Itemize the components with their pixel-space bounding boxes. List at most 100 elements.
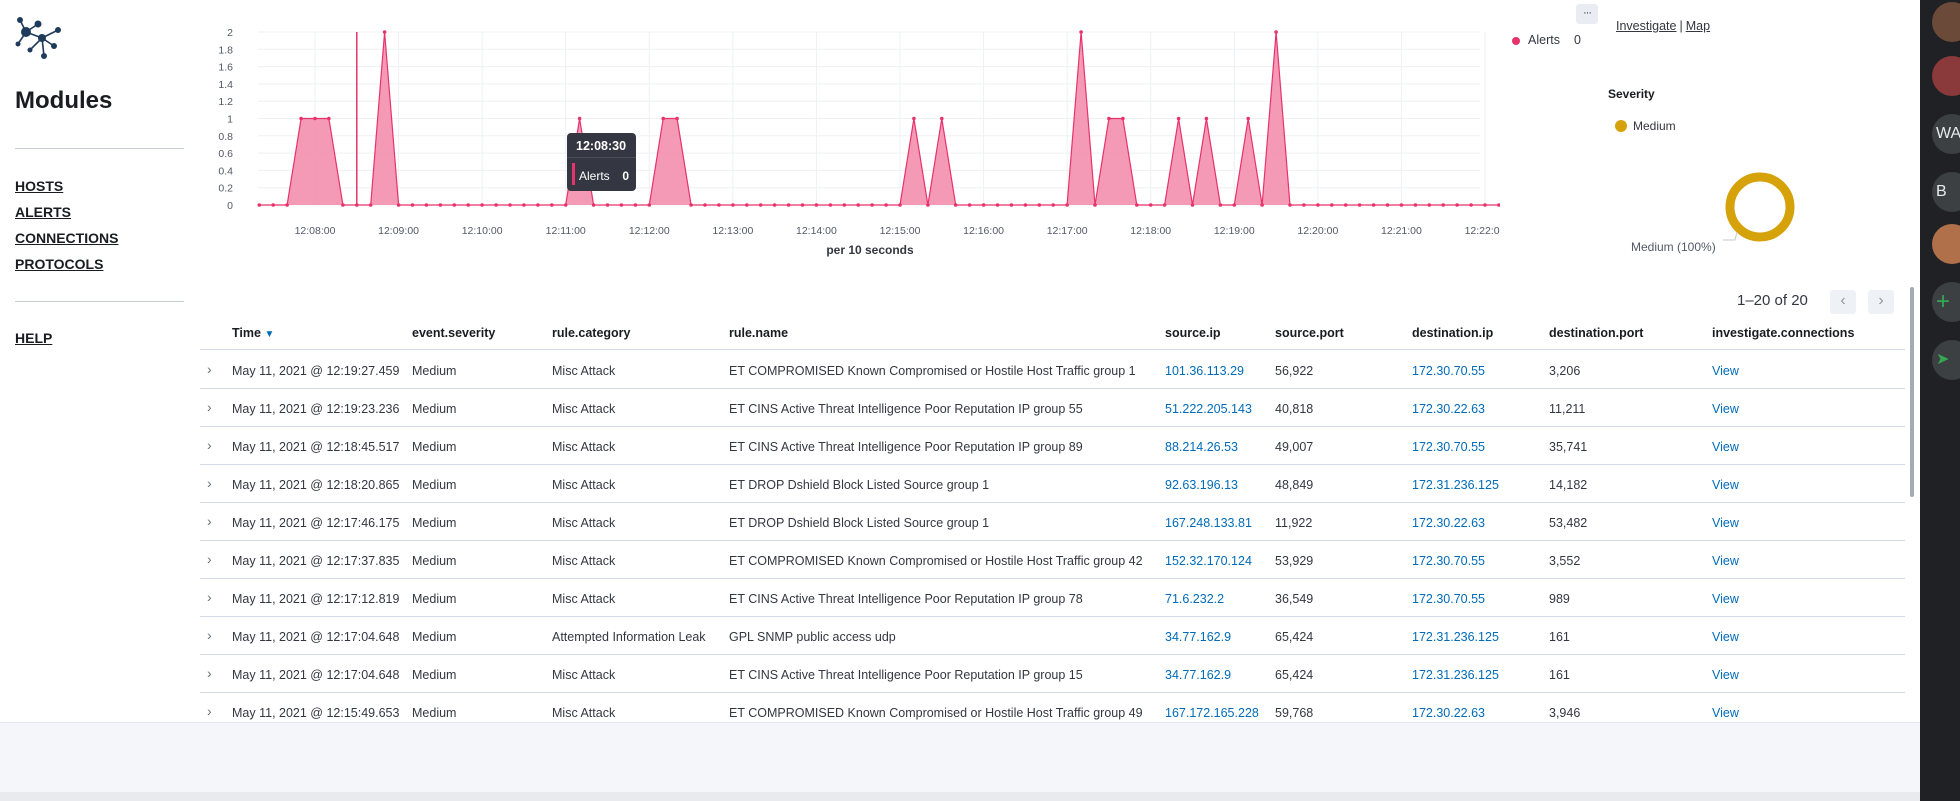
- alerts-point[interactable]: [522, 203, 526, 207]
- alerts-point[interactable]: [633, 203, 638, 207]
- cell-source-ip[interactable]: 92.63.196.13: [1165, 478, 1238, 492]
- alerts-point[interactable]: [967, 203, 972, 207]
- column-header-source-port[interactable]: source.port: [1275, 326, 1344, 340]
- column-header-time-label[interactable]: Time: [232, 326, 261, 340]
- alerts-point[interactable]: [341, 203, 345, 207]
- cell-investigate-connections[interactable]: View: [1712, 668, 1739, 682]
- avatar[interactable]: B: [1932, 172, 1960, 212]
- expand-row-chevron-icon[interactable]: ›: [207, 475, 217, 491]
- alerts-point[interactable]: [313, 116, 317, 121]
- cell-investigate-connections[interactable]: View: [1712, 592, 1739, 606]
- cell-source-ip[interactable]: 88.214.26.53: [1165, 440, 1238, 454]
- alerts-point[interactable]: [1371, 203, 1376, 207]
- alerts-point[interactable]: [1121, 116, 1125, 121]
- alerts-point[interactable]: [786, 203, 791, 207]
- investigate-link[interactable]: Investigate: [1616, 19, 1676, 33]
- alerts-point[interactable]: [536, 203, 540, 207]
- column-header-time[interactable]: Time ▼: [232, 326, 274, 340]
- alerts-point[interactable]: [661, 116, 665, 121]
- cell-investigate-connections[interactable]: View: [1712, 706, 1739, 720]
- alerts-point[interactable]: [814, 203, 819, 207]
- alerts-point[interactable]: [1330, 203, 1334, 207]
- chart-legend[interactable]: Alerts 0: [1512, 33, 1581, 47]
- alerts-point[interactable]: [1190, 203, 1195, 207]
- cell-source-ip[interactable]: 167.172.165.228: [1165, 706, 1259, 720]
- column-header-event-severity[interactable]: event.severity: [412, 326, 495, 340]
- cell-source-ip[interactable]: 34.77.162.9: [1165, 668, 1231, 682]
- sort-desc-icon[interactable]: ▼: [264, 329, 274, 340]
- alerts-point[interactable]: [898, 203, 902, 207]
- alerts-point[interactable]: [424, 203, 429, 207]
- cell-source-ip[interactable]: 71.6.232.2: [1165, 592, 1224, 606]
- sidebar-link-hosts[interactable]: HOSTS: [15, 178, 63, 194]
- alerts-point[interactable]: [619, 203, 624, 207]
- alerts-point[interactable]: [1218, 203, 1223, 207]
- column-header-source-ip[interactable]: source.ip: [1165, 326, 1221, 340]
- alerts-point[interactable]: [870, 203, 874, 207]
- severity-legend[interactable]: Medium: [1615, 119, 1676, 133]
- alerts-point[interactable]: [856, 203, 860, 207]
- alerts-point[interactable]: [563, 203, 568, 207]
- alerts-point[interactable]: [285, 203, 289, 207]
- alerts-point[interactable]: [828, 203, 833, 207]
- cell-destination-ip[interactable]: 172.30.70.55: [1412, 440, 1485, 454]
- column-header-rule-name[interactable]: rule.name: [729, 326, 788, 340]
- alerts-point[interactable]: [842, 203, 847, 207]
- alerts-point[interactable]: [1274, 30, 1278, 34]
- cell-source-ip[interactable]: 152.32.170.124: [1165, 554, 1252, 568]
- alerts-point[interactable]: [1162, 203, 1167, 207]
- alerts-point[interactable]: [550, 203, 554, 207]
- alerts-point[interactable]: [1260, 203, 1264, 207]
- alerts-point[interactable]: [745, 203, 749, 207]
- alerts-point[interactable]: [271, 203, 275, 207]
- avatar[interactable]: [1932, 2, 1960, 42]
- cell-source-ip[interactable]: 101.36.113.29: [1165, 364, 1244, 378]
- sidebar-link-connections[interactable]: CONNECTIONS: [15, 230, 118, 246]
- sidebar-link-protocols[interactable]: PROTOCOLS: [15, 256, 103, 272]
- cell-destination-ip[interactable]: 172.30.22.63: [1412, 402, 1485, 416]
- alerts-point[interactable]: [1385, 203, 1390, 207]
- alerts-point[interactable]: [1051, 203, 1055, 207]
- alerts-point[interactable]: [396, 203, 401, 207]
- cell-destination-ip[interactable]: 172.30.70.55: [1412, 592, 1485, 606]
- cell-destination-ip[interactable]: 172.30.22.63: [1412, 516, 1485, 530]
- alerts-point[interactable]: [591, 203, 596, 207]
- more-options-button[interactable]: ···: [1576, 4, 1598, 24]
- cell-destination-ip[interactable]: 172.30.22.63: [1412, 706, 1485, 720]
- alerts-point[interactable]: [1148, 203, 1153, 207]
- table-scrollbar[interactable]: [1910, 287, 1914, 497]
- alerts-point[interactable]: [508, 203, 512, 207]
- cell-destination-ip[interactable]: 172.30.70.55: [1412, 364, 1485, 378]
- cell-investigate-connections[interactable]: View: [1712, 630, 1739, 644]
- alerts-point[interactable]: [772, 203, 777, 207]
- expand-row-chevron-icon[interactable]: ›: [207, 437, 217, 453]
- alerts-point[interactable]: [1009, 203, 1014, 207]
- alerts-point[interactable]: [1204, 116, 1209, 121]
- expand-row-chevron-icon[interactable]: ›: [207, 361, 217, 377]
- cell-destination-ip[interactable]: 172.31.236.125: [1412, 478, 1499, 492]
- alerts-point[interactable]: [675, 116, 679, 121]
- alerts-point[interactable]: [1483, 203, 1487, 207]
- expand-row-chevron-icon[interactable]: ›: [207, 513, 217, 529]
- alerts-point[interactable]: [1037, 203, 1042, 207]
- alerts-point[interactable]: [368, 203, 373, 207]
- cell-investigate-connections[interactable]: View: [1712, 554, 1739, 568]
- expand-row-chevron-icon[interactable]: ›: [207, 703, 217, 719]
- alerts-point[interactable]: [717, 203, 721, 207]
- alerts-histogram[interactable]: 0 0.2 0.4 0.6 0.8 1 1.2 1.4 1.6 1.8 2 12:08:00 12:09…: [200, 0, 1500, 262]
- cell-investigate-connections[interactable]: View: [1712, 440, 1739, 454]
- alerts-point[interactable]: [1093, 203, 1097, 207]
- sidebar-link-alerts[interactable]: ALERTS: [15, 204, 71, 220]
- avatar[interactable]: [1932, 224, 1960, 264]
- alerts-point[interactable]: [1413, 203, 1418, 207]
- column-header-rule-category[interactable]: rule.category: [552, 326, 631, 340]
- alerts-point[interactable]: [1343, 203, 1348, 207]
- severity-donut-chart[interactable]: [1723, 170, 1797, 244]
- alerts-point[interactable]: [452, 203, 457, 207]
- alerts-point[interactable]: [1288, 203, 1292, 207]
- alerts-point[interactable]: [1455, 203, 1459, 207]
- map-link[interactable]: Map: [1686, 19, 1710, 33]
- alerts-point[interactable]: [731, 203, 735, 207]
- alerts-point[interactable]: [382, 30, 387, 34]
- alerts-point[interactable]: [647, 203, 652, 207]
